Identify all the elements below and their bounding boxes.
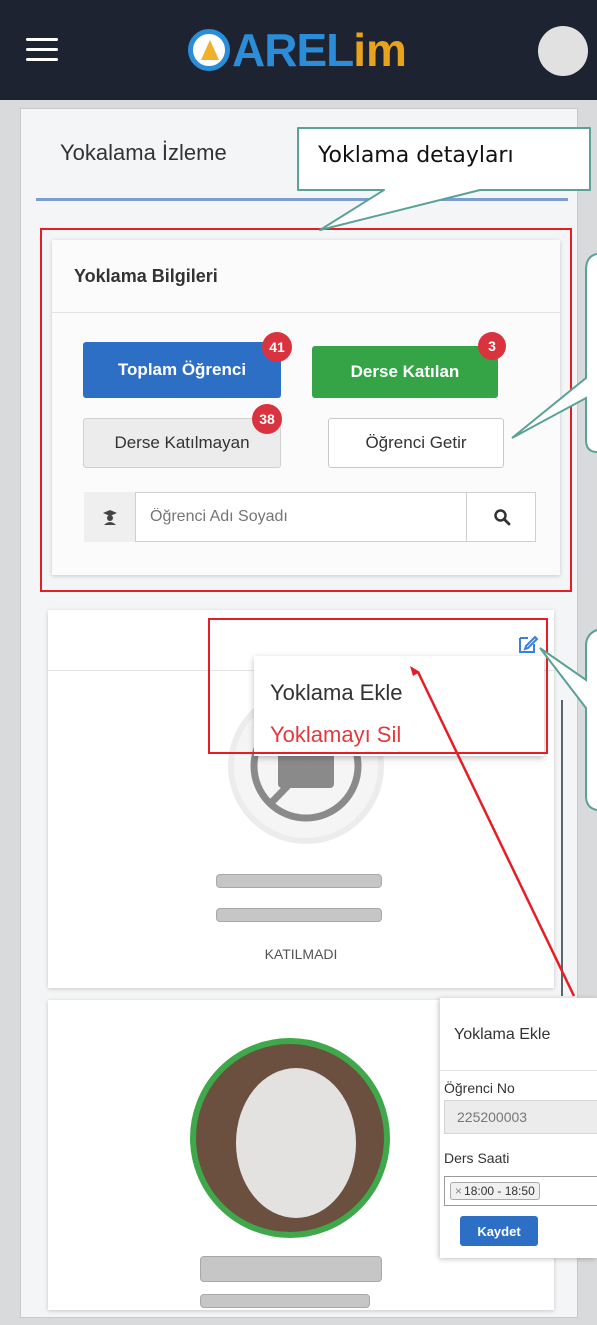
callout-details-text: Yoklama detayları bbox=[318, 143, 514, 168]
annotation-arrows bbox=[297, 127, 597, 997]
